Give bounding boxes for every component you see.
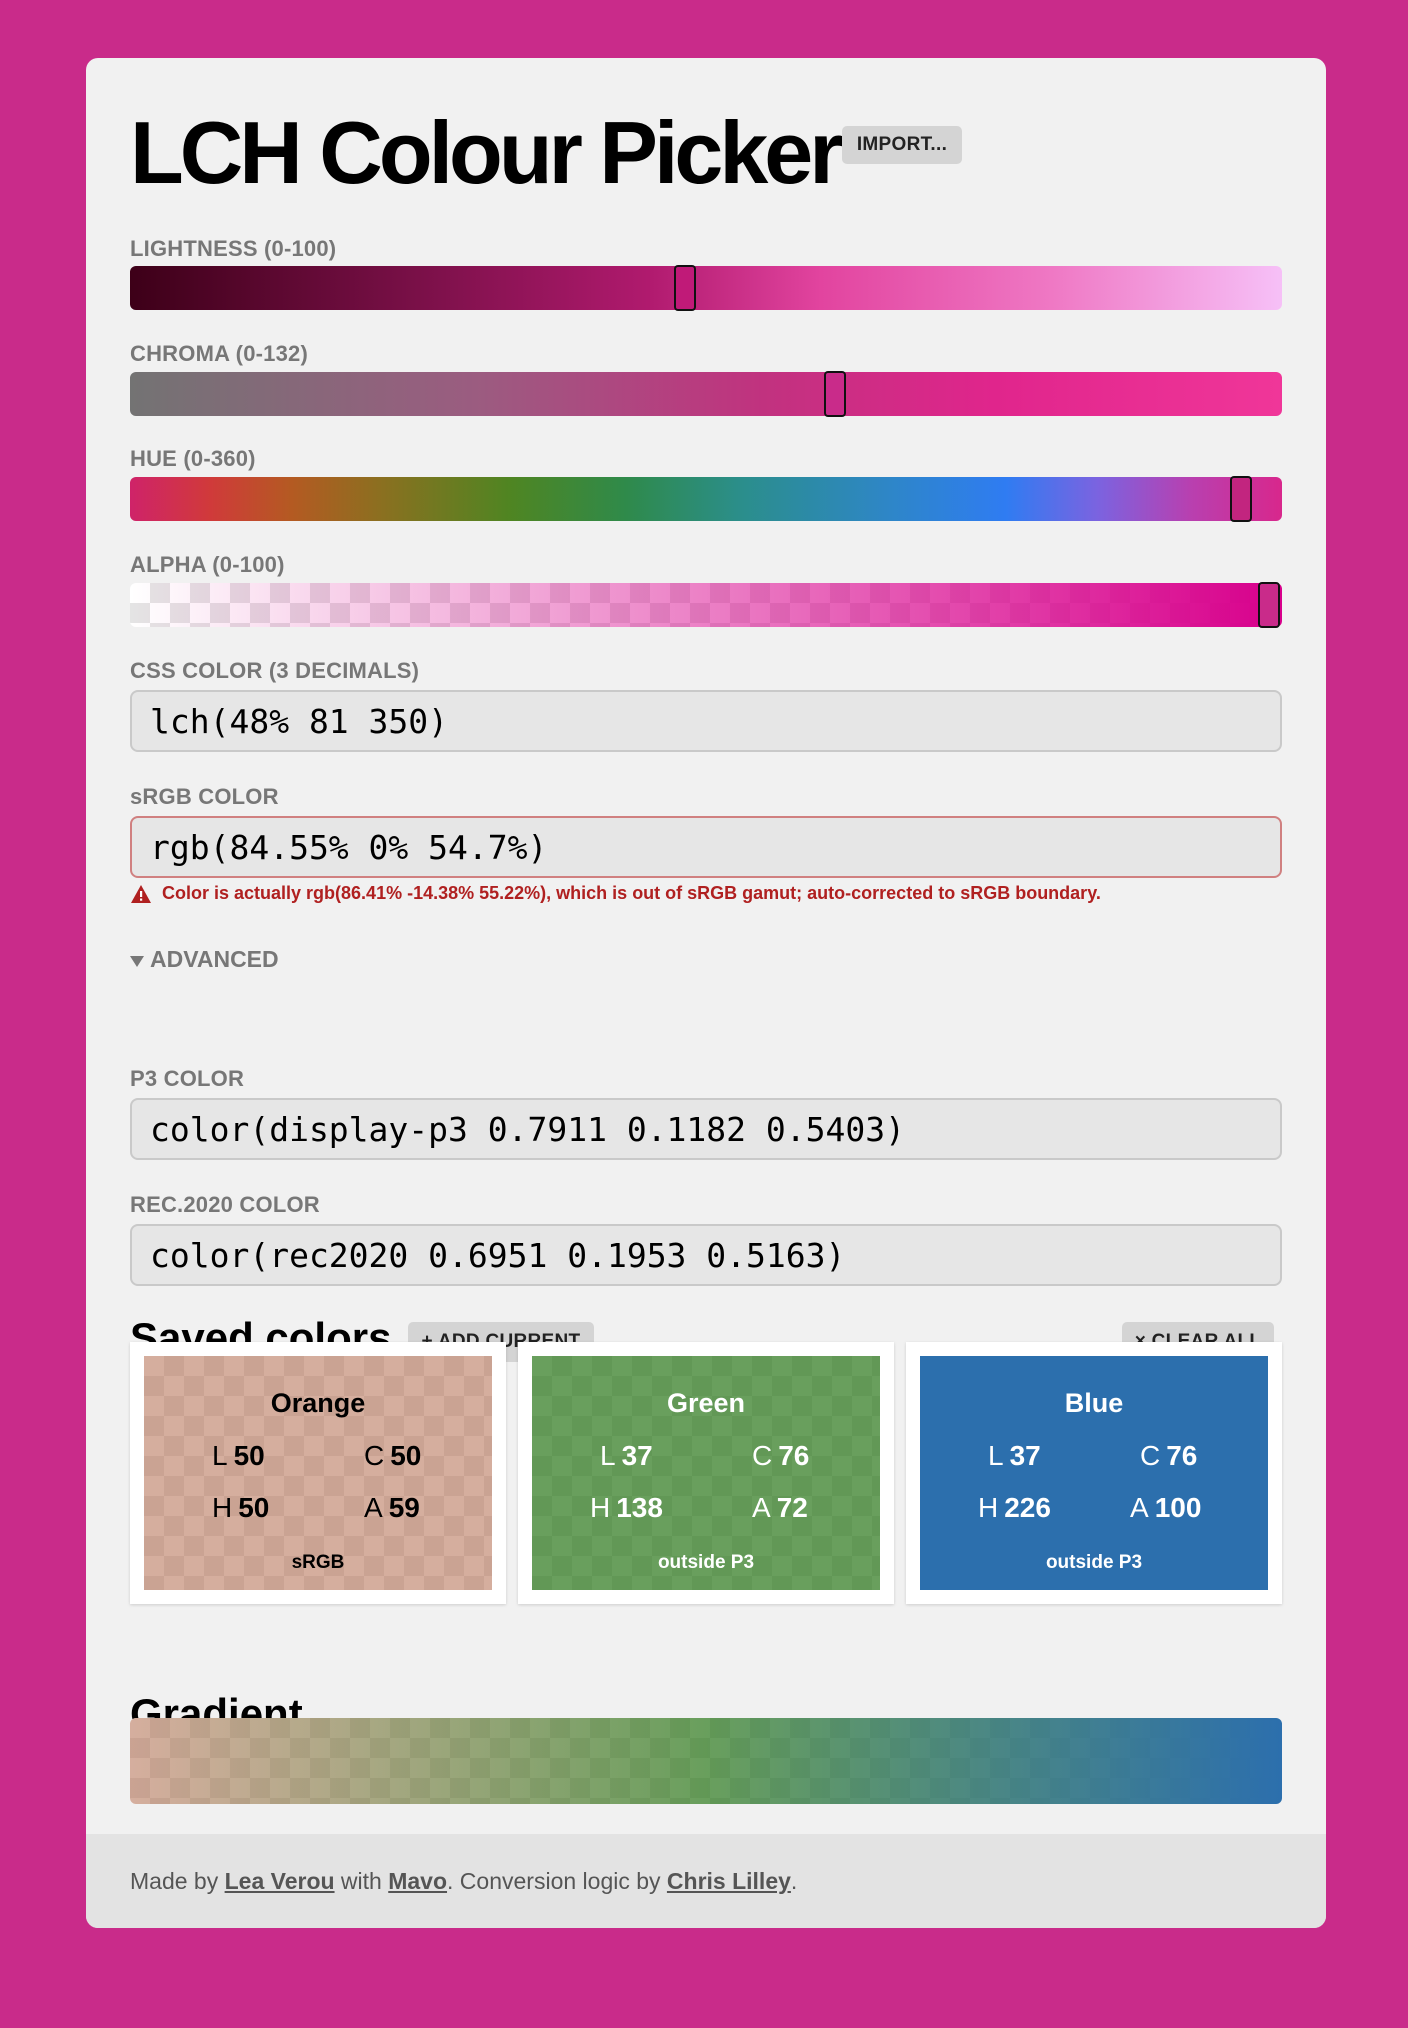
css-color-label: CSS COLOR (3 DECIMALS) <box>130 658 420 683</box>
saved-color-a: 72 <box>776 1492 808 1523</box>
page-title: LCH Colour Picker <box>130 103 843 202</box>
alpha-slider[interactable] <box>130 582 1282 628</box>
chroma-label: CHROMA (0-132) <box>130 341 309 366</box>
rec2020-color-field[interactable]: color(rec2020 0.6951 0.1953 0.5163) <box>130 1224 1282 1286</box>
saved-color-a: 59 <box>388 1492 420 1523</box>
hue-slider[interactable] <box>130 476 1282 522</box>
gradient-preview <box>130 1718 1282 1804</box>
saved-color-c: 76 <box>1166 1440 1198 1471</box>
saved-color-swatch: Blue L 37 C 76 H 226 A 100 outside P3 <box>920 1356 1268 1590</box>
warning-icon <box>130 884 152 904</box>
saved-color-h: 138 <box>616 1492 663 1523</box>
css-color-field[interactable]: lch(48% 81 350) <box>130 690 1282 752</box>
alpha-label: ALPHA (0-100) <box>130 552 285 577</box>
saved-color-h: 50 <box>238 1492 270 1523</box>
advanced-toggle-label: ADVANCED <box>150 946 279 972</box>
saved-color-c: 50 <box>390 1440 422 1471</box>
srgb-gamut-warning-text: Color is actually rgb(86.41% -14.38% 55.… <box>162 883 1101 903</box>
saved-color-swatch: Orange L 50 C 50 H 50 A 59 sRGB <box>144 1356 492 1590</box>
srgb-gamut-warning: Color is actually rgb(86.41% -14.38% 55.… <box>130 883 1101 904</box>
chroma-slider-handle[interactable] <box>824 371 846 417</box>
chroma-slider[interactable] <box>130 371 1282 417</box>
saved-color-gamut: outside P3 <box>1045 1552 1143 1573</box>
saved-color-l: 50 <box>233 1440 265 1471</box>
footer-with: with <box>334 1867 389 1894</box>
import-button[interactable]: IMPORT... <box>842 126 962 164</box>
saved-color-h: 226 <box>1004 1492 1051 1523</box>
p3-color-field[interactable]: color(display-p3 0.7911 0.1182 0.5403) <box>130 1098 1282 1160</box>
main-card: LCH Colour Picker IMPORT... LIGHTNESS (0… <box>86 58 1326 1928</box>
hue-slider-handle[interactable] <box>1230 476 1252 522</box>
alpha-slider-track <box>130 583 1282 627</box>
lightness-slider-handle[interactable] <box>674 265 696 311</box>
lightness-label: LIGHTNESS (0-100) <box>130 236 337 261</box>
triangle-down-icon <box>130 946 144 973</box>
saved-color-c: 76 <box>778 1440 810 1471</box>
saved-color-name: Orange <box>270 1388 366 1418</box>
lightness-slider[interactable] <box>130 265 1282 311</box>
saved-color-swatch: Green L 37 C 76 H 138 A 72 outside P3 <box>532 1356 880 1590</box>
author-link[interactable]: Lea Verou <box>225 1868 335 1895</box>
saved-color-gamut: outside P3 <box>657 1552 755 1573</box>
srgb-color-label: sRGB COLOR <box>130 784 279 809</box>
saved-color-gamut: sRGB <box>291 1552 345 1573</box>
advanced-toggle[interactable]: ADVANCED <box>130 946 279 973</box>
saved-color-l: 37 <box>621 1440 653 1471</box>
saved-color-name: Green <box>666 1388 746 1418</box>
rec2020-color-label: REC.2020 COLOR <box>130 1192 320 1217</box>
p3-color-label: P3 COLOR <box>130 1066 245 1091</box>
contributor-link[interactable]: Chris Lilley <box>667 1868 791 1895</box>
hue-label: HUE (0-360) <box>130 446 256 471</box>
srgb-color-field[interactable]: rgb(84.55% 0% 54.7%) <box>130 816 1282 878</box>
footer-end: . <box>790 1867 798 1894</box>
saved-color-name: Blue <box>1064 1388 1124 1418</box>
gradient-fill <box>130 1718 1282 1804</box>
alpha-slider-handle[interactable] <box>1258 582 1280 628</box>
footer-made-by: Made by <box>130 1867 225 1894</box>
saved-color-a: 100 <box>1154 1492 1202 1523</box>
footer-conversion: . Conversion logic by <box>447 1867 667 1894</box>
saved-color-card[interactable]: Orange L 50 C 50 H 50 A 59 sRGB <box>130 1342 506 1604</box>
mavo-link[interactable]: Mavo <box>388 1868 447 1895</box>
footer: Made by Lea Verou with Mavo . Conversion… <box>86 1834 1326 1928</box>
saved-color-card[interactable]: Blue L 37 C 76 H 226 A 100 outside P3 <box>906 1342 1282 1604</box>
saved-color-l: 37 <box>1009 1440 1041 1471</box>
saved-color-card[interactable]: Green L 37 C 76 H 138 A 72 outside P3 <box>518 1342 894 1604</box>
